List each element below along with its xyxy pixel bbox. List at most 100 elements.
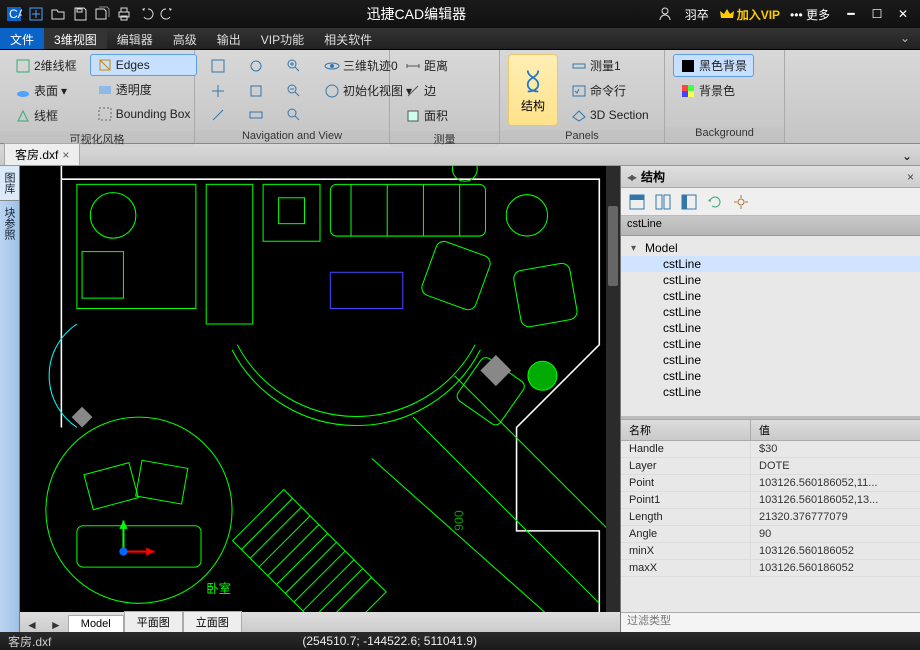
tab-close-icon[interactable]: × [62, 148, 69, 162]
btn-transparency[interactable]: 透明度 [90, 78, 198, 101]
properties-grid[interactable]: 名称值 Handle$30 LayerDOTE Point103126.5601… [621, 419, 920, 612]
tool-refresh-icon[interactable] [705, 192, 725, 212]
tree-node[interactable]: cstLine [621, 304, 920, 320]
panel-close-icon[interactable]: × [907, 170, 914, 184]
nav-icon-4[interactable] [203, 79, 233, 102]
ribbon: 2维线框 表面 ▾ 线框 Edges 透明度 Bounding Box 可视化风… [0, 50, 920, 144]
prop-row[interactable]: Angle90 [621, 526, 920, 543]
col-name: 名称 [621, 420, 751, 440]
canvas-label: 卧室 [206, 581, 231, 596]
btn-distance[interactable]: 距离 [398, 54, 455, 77]
nav-icon-7[interactable] [203, 104, 233, 126]
doc-tabs-dropdown-icon[interactable]: ⌄ [898, 147, 916, 165]
tab-3dview[interactable]: 3维视图 [44, 28, 107, 49]
panel-nav-icon[interactable]: ◂▸ [627, 170, 635, 184]
tab-vip[interactable]: VIP功能 [251, 28, 314, 49]
scrollbar-vertical[interactable] [606, 166, 620, 612]
btn-area[interactable]: 面积 [398, 104, 455, 127]
left-tab-library[interactable]: 图库 [0, 166, 19, 201]
left-tab-blockref[interactable]: 块参照 [0, 201, 19, 246]
tree-node[interactable]: cstLine [621, 384, 920, 400]
btn-black-bg[interactable]: 黑色背景 [673, 54, 754, 77]
btn-edges[interactable]: Edges [90, 54, 198, 76]
app-title: 迅捷CAD编辑器 [178, 4, 655, 24]
save-icon[interactable] [70, 4, 90, 24]
ribbon-dropdown-icon[interactable]: ⌄ [890, 28, 920, 49]
prop-row[interactable]: minX103126.560186052 [621, 543, 920, 560]
nav-icon-5[interactable] [241, 79, 271, 102]
view-prev-icon[interactable]: ◄ [20, 618, 44, 632]
view-next-icon[interactable]: ► [44, 618, 68, 632]
btn-bg-color[interactable]: 背景色 [673, 79, 754, 102]
zoom-in-icon[interactable] [279, 54, 309, 77]
tree-node-model[interactable]: ▾Model [621, 240, 920, 256]
view-tab-plan[interactable]: 平面图 [124, 611, 183, 632]
minimize-icon[interactable]: ━ [840, 3, 862, 25]
btn-measure1[interactable]: 测量1 [564, 54, 656, 77]
menu-bar: 文件 3维视图 编辑器 高级 输出 VIP功能 相关软件 ⌄ [0, 28, 920, 50]
btn-bounding-box[interactable]: Bounding Box [90, 103, 198, 125]
undo-icon[interactable] [136, 4, 156, 24]
nav-icon-2[interactable] [241, 54, 271, 77]
ribbon-group-panels: Panels [500, 130, 664, 143]
prop-row[interactable]: Handle$30 [621, 441, 920, 458]
col-value: 值 [751, 420, 778, 440]
structure-panel: ◂▸ 结构 × cstLine ▾Model cstLine cstLine c… [620, 166, 920, 632]
prop-row[interactable]: maxX103126.560186052 [621, 560, 920, 577]
tree-node[interactable]: cstLine [621, 256, 920, 272]
tree-node[interactable]: cstLine [621, 336, 920, 352]
tool-layout2-icon[interactable] [653, 192, 673, 212]
user-name[interactable]: 羽卒 [679, 6, 715, 23]
drawing-canvas[interactable]: 卧室 006 ◄ ► Model 平面图 立面图 [20, 166, 620, 632]
tree-node[interactable]: cstLine [621, 320, 920, 336]
nav-icon-8[interactable] [241, 104, 271, 126]
prop-row[interactable]: LayerDOTE [621, 458, 920, 475]
btn-surface[interactable]: 表面 ▾ [8, 79, 84, 102]
tree-node[interactable]: cstLine [621, 368, 920, 384]
tool-settings-icon[interactable] [731, 192, 751, 212]
btn-3d-section[interactable]: 3D Section [564, 104, 656, 126]
tab-related[interactable]: 相关软件 [314, 28, 382, 49]
prop-row[interactable]: Point1103126.560186052,13... [621, 492, 920, 509]
open-icon[interactable] [48, 4, 68, 24]
redo-icon[interactable] [158, 4, 178, 24]
more-button[interactable]: ••• 更多 [784, 6, 836, 23]
prop-row[interactable]: Point103126.560186052,11... [621, 475, 920, 492]
view-tabs: ◄ ► Model 平面图 立面图 [20, 612, 620, 632]
tree-node[interactable]: cstLine [621, 288, 920, 304]
ribbon-group-nav: Navigation and View [195, 130, 389, 143]
btn-wireframe[interactable]: 线框 [8, 104, 84, 127]
tree-node[interactable]: cstLine [621, 352, 920, 368]
new-icon[interactable] [26, 4, 46, 24]
view-tab-elev[interactable]: 立面图 [183, 611, 242, 632]
zoom-fit-icon[interactable] [279, 104, 309, 126]
title-bar: CAD 迅捷CAD编辑器 羽卒 加入VIP ••• 更多 ━ ☐ ✕ [0, 0, 920, 28]
print-icon[interactable] [114, 4, 134, 24]
tab-file[interactable]: 文件 [0, 28, 44, 49]
tab-editor[interactable]: 编辑器 [107, 28, 163, 49]
tree-node[interactable]: cstLine [621, 272, 920, 288]
view-tab-model[interactable]: Model [68, 615, 124, 632]
structure-tree[interactable]: ▾Model cstLine cstLine cstLine cstLine c… [621, 236, 920, 416]
zoom-out-icon[interactable] [279, 79, 309, 102]
tab-output[interactable]: 输出 [207, 28, 251, 49]
tab-advanced[interactable]: 高级 [163, 28, 207, 49]
document-tab[interactable]: 客房.dxf× [4, 143, 80, 165]
svg-text:006: 006 [451, 510, 465, 531]
btn-cmdline[interactable]: 命令行 [564, 79, 656, 102]
nav-icon-1[interactable] [203, 54, 233, 77]
maximize-icon[interactable]: ☐ [866, 3, 888, 25]
tool-layout3-icon[interactable] [679, 192, 699, 212]
tool-layout1-icon[interactable] [627, 192, 647, 212]
saveall-icon[interactable] [92, 4, 112, 24]
user-icon[interactable] [655, 4, 675, 24]
app-icon[interactable]: CAD [4, 4, 24, 24]
btn-structure-big[interactable]: 结构 [508, 54, 558, 126]
filter-input[interactable] [621, 613, 920, 629]
vip-button[interactable]: 加入VIP [719, 6, 780, 23]
close-icon[interactable]: ✕ [892, 3, 914, 25]
status-file: 客房.dxf [0, 633, 59, 650]
prop-row[interactable]: Length21320.376777079 [621, 509, 920, 526]
btn-2d-wireframe[interactable]: 2维线框 [8, 54, 84, 77]
btn-edge[interactable]: 边 [398, 79, 455, 102]
